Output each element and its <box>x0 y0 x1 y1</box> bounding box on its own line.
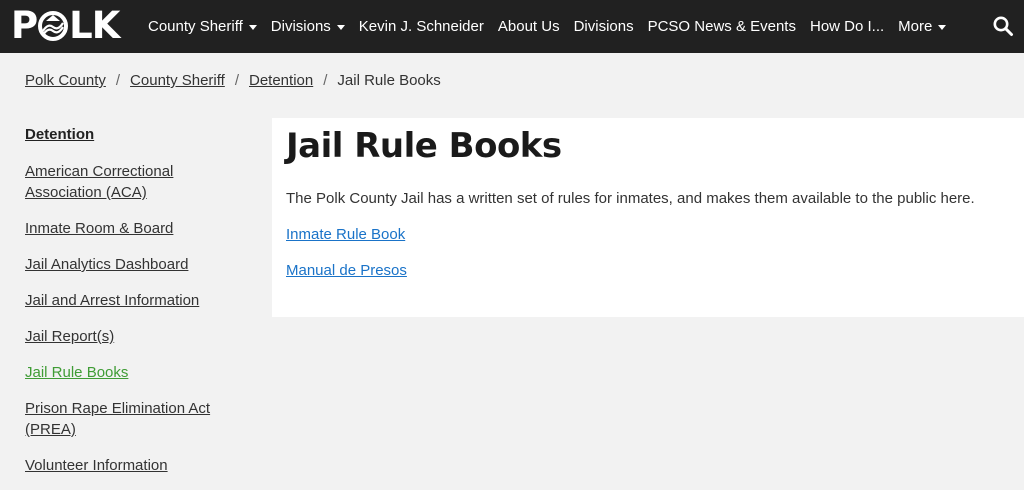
sidebar-item-aca[interactable]: American Correctional Association (ACA) <box>25 161 250 203</box>
nav-more-dropdown[interactable]: More <box>898 18 947 35</box>
nav-label: County Sheriff <box>148 18 243 35</box>
sidebar-item: Jail Report(s) <box>25 326 250 347</box>
sidebar-item-jail-analytics-dashboard[interactable]: Jail Analytics Dashboard <box>25 254 188 275</box>
sidebar-item-jail-reports[interactable]: Jail Report(s) <box>25 326 114 347</box>
top-navigation-bar: P LK County Sheriff Divisions Kevin J. S… <box>0 0 1024 53</box>
intro-text: The Polk County Jail has a written set o… <box>286 190 975 207</box>
polk-logo[interactable]: P LK <box>11 4 120 47</box>
caret-down-icon <box>336 24 345 30</box>
breadcrumb-separator: / <box>234 72 239 89</box>
sidebar-item: Jail and Arrest Information <box>25 290 250 311</box>
nav-divisions[interactable]: Divisions <box>574 18 634 35</box>
caret-down-icon <box>248 24 257 30</box>
nav-label: Divisions <box>573 18 634 35</box>
sidebar-item-inmate-room-board[interactable]: Inmate Room & Board <box>25 218 173 239</box>
inmate-rule-book-link[interactable]: Inmate Rule Book <box>286 225 405 245</box>
breadcrumb-link-county-sheriff[interactable]: County Sheriff <box>130 72 225 89</box>
nav-label: How Do I... <box>809 18 885 35</box>
main-nav: County Sheriff Divisions Kevin J. Schnei… <box>148 0 960 53</box>
sidebar-item-volunteer-information[interactable]: Volunteer Information <box>25 455 168 476</box>
nav-how-do-i[interactable]: How Do I... <box>810 18 884 35</box>
nav-label: Kevin J. Schneider <box>358 18 484 35</box>
sidebar: Detention American Correctional Associat… <box>25 125 250 490</box>
breadcrumb-link-detention[interactable]: Detention <box>249 72 313 89</box>
sidebar-item: Jail Analytics Dashboard <box>25 254 250 275</box>
sidebar-item-jail-arrest-information[interactable]: Jail and Arrest Information <box>25 290 199 311</box>
nav-label: PCSO News & Events <box>647 18 796 35</box>
breadcrumb-current: Jail Rule Books <box>337 72 441 89</box>
nav-about-us[interactable]: About Us <box>498 18 560 35</box>
sidebar-item: Volunteer Information <box>25 455 250 476</box>
nav-divisions-dropdown[interactable]: Divisions <box>271 18 345 35</box>
sidebar-item: American Correctional Association (ACA) <box>25 161 250 203</box>
sidebar-item: Inmate Room & Board <box>25 218 250 239</box>
nav-label: Divisions <box>270 18 331 35</box>
nav-pcso-news-events[interactable]: PCSO News & Events <box>648 18 796 35</box>
sidebar-heading-detention[interactable]: Detention <box>25 125 250 145</box>
sidebar-item-jail-rule-books[interactable]: Jail Rule Books <box>25 362 128 383</box>
manual-de-presos-link[interactable]: Manual de Presos <box>286 261 407 281</box>
sidebar-item: Prison Rape Elimination Act (PREA) <box>25 398 250 440</box>
logo-emblem-icon <box>38 9 69 43</box>
nav-county-sheriff[interactable]: County Sheriff <box>148 18 257 35</box>
nav-kevin-schneider[interactable]: Kevin J. Schneider <box>359 18 484 35</box>
sidebar-item: Jail Rule Books <box>25 362 250 383</box>
sidebar-list: American Correctional Association (ACA) … <box>25 161 250 476</box>
nav-label: More <box>898 18 933 35</box>
caret-down-icon <box>938 24 947 30</box>
search-icon[interactable] <box>992 15 1014 37</box>
logo-text-right: LK <box>69 4 120 47</box>
main-content: Jail Rule Books The Polk County Jail has… <box>272 118 1024 317</box>
page-title: Jail Rule Books <box>286 126 562 166</box>
nav-label: About Us <box>497 18 560 35</box>
breadcrumb-link-polk-county[interactable]: Polk County <box>25 72 106 89</box>
breadcrumb-separator: / <box>115 72 121 89</box>
sidebar-item-prea[interactable]: Prison Rape Elimination Act (PREA) <box>25 398 250 440</box>
breadcrumb: Polk County / County Sheriff / Detention… <box>25 72 441 89</box>
breadcrumb-separator: / <box>323 72 328 89</box>
logo-text-left: P <box>11 4 38 47</box>
